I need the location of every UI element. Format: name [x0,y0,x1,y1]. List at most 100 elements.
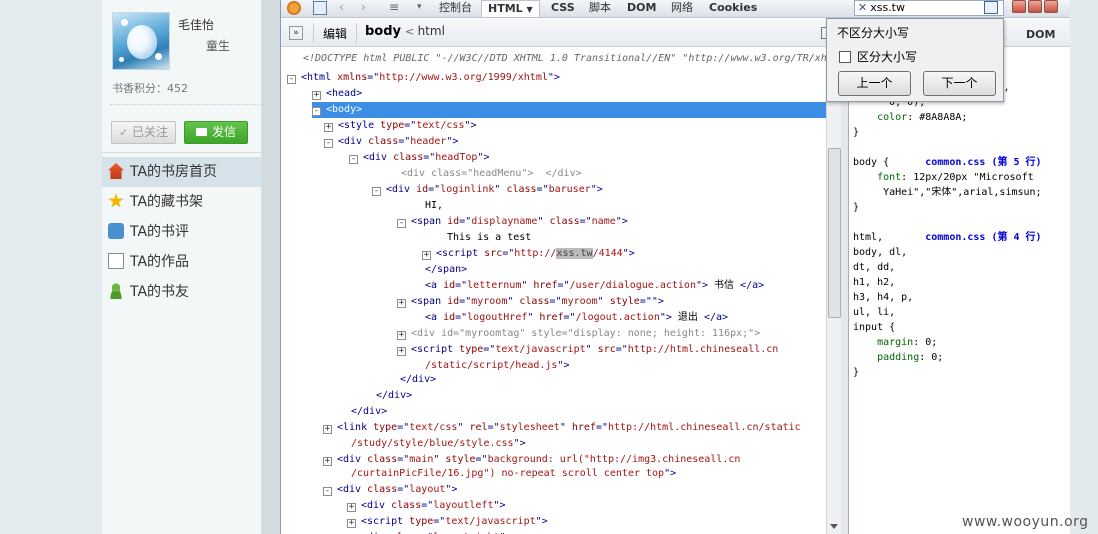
edit-button[interactable]: 编辑 [323,25,347,42]
collapse-icon[interactable]: - [397,219,406,228]
scroll-down-icon[interactable] [830,524,838,529]
css-token: : 0; [913,337,938,348]
tree-node[interactable]: This is a test [447,230,531,246]
tree-node[interactable]: </div> [376,388,412,404]
code-token: " [457,422,470,433]
tree-node[interactable]: - <div class="layout"> [323,482,457,498]
dropdown-icon[interactable]: ▾ [417,1,431,15]
follow-button[interactable]: ✓ 已关注 [111,121,176,144]
expand-icon[interactable]: + [312,91,321,100]
tree-node[interactable]: -<div class="layoutright"> [347,530,512,534]
expand-icon[interactable]: + [397,299,406,308]
code-token: layout [409,484,446,495]
tab-console[interactable]: 控制台 [439,0,472,17]
tree-node[interactable]: <div class="headMenu"> </div> [401,166,582,182]
html-scrollbar[interactable] [826,48,841,534]
previous-button[interactable]: 上一个 [838,71,911,96]
tree-node[interactable]: - <div class="header"> [324,134,458,150]
expand-icon[interactable]: + [397,331,406,340]
tree-node[interactable]: + <link type="text/css" rel="stylesheet" … [323,420,801,436]
css-token: } [853,202,860,213]
expand-icon[interactable]: + [324,123,333,132]
tree-node[interactable]: - <div class="headTop"> [349,150,489,166]
tree-node[interactable]: <a id="letternum" href="/user/dialogue.a… [425,278,764,294]
next-button[interactable]: 下一个 [923,71,996,96]
collapse-icon[interactable]: - [372,187,381,196]
restore-icon[interactable] [1028,0,1042,13]
expand-panel-icon[interactable]: » [289,26,303,40]
expand-icon[interactable]: + [422,251,431,260]
code-token: HI, [425,200,444,211]
search-input[interactable]: ✕ xss.tw [854,0,1004,16]
expand-icon[interactable]: + [347,519,356,528]
panel-splitter[interactable] [841,48,849,534]
tree-node[interactable]: + <div class="layoutleft"> [347,498,506,514]
tab-script[interactable]: 脚本 [589,0,611,17]
breadcrumb-body[interactable]: body [365,24,401,39]
collapse-icon[interactable]: - [287,75,296,84]
tree-node[interactable]: - <span id="displayname" class="name"> [397,214,628,230]
tree-node-selected[interactable]: - <body> [312,102,826,118]
minimize-icon[interactable] [1012,0,1026,13]
expand-icon[interactable]: + [323,457,332,466]
nav-item-home[interactable]: TA的书房首页 [102,157,262,187]
forward-icon[interactable]: › [361,1,375,15]
tree-node[interactable]: </div> [351,404,387,420]
css-file-link[interactable]: common.css (第 5 行) [925,157,1041,168]
css-file-link[interactable]: common.css (第 4 行) [925,232,1041,243]
tree-node[interactable]: /static/script/head.js"> [425,358,570,374]
tab-net[interactable]: 网络 [671,0,693,17]
back-icon[interactable]: ‹ [339,1,353,15]
tree-node[interactable]: - <html xmlns="http://www.w3.org/1999/xht… [287,70,560,86]
tree-node[interactable]: + <div id="myroomtag" style="display: non… [397,326,760,342]
tree-node[interactable]: + <script type="text/javascript"> [347,514,548,530]
collapse-icon[interactable]: - [349,155,358,164]
breadcrumb-html[interactable]: html [418,24,445,38]
tree-node[interactable]: </span> [425,262,467,278]
firebug-icon[interactable] [287,1,301,15]
tree-node[interactable]: </div> [400,372,436,388]
expand-icon[interactable]: + [347,503,356,512]
tree-node[interactable]: + <script src="http://xss.tw/4144"> [422,246,635,262]
option-case-sensitive[interactable]: 区分大小写 [839,48,917,65]
tree-node[interactable]: - <div id="loginlink" class="baruser"> [372,182,603,198]
username[interactable]: 毛佳怡 [178,16,214,33]
collapse-icon[interactable]: - [323,487,332,496]
tree-node[interactable]: <a id="logoutHref" href="/logout.action"… [425,310,728,326]
tree-node[interactable]: /curtainPicFile/16.jpg") no-repeat scrol… [351,466,676,482]
tree-node[interactable]: HI, [425,198,443,214]
nav-item-works[interactable]: TA的作品 [102,247,262,277]
tab-html[interactable]: HTML ▼ [481,0,540,17]
tree-node[interactable]: /study/style/blue/style.css"> [351,436,526,452]
menu-icon[interactable]: ≡ [389,1,403,15]
tree-node[interactable]: + <span id="myroom" class="myroom" style=… [397,294,664,310]
close-icon[interactable] [1044,0,1058,13]
code-token: href [533,280,558,291]
tree-node[interactable]: + <head> [312,86,362,102]
expand-icon[interactable]: + [323,425,332,434]
collapse-icon[interactable]: - [312,107,321,116]
expand-icon[interactable]: + [397,347,406,356]
tab-dom[interactable]: DOM [627,0,656,17]
send-message-button[interactable]: 发信 [184,121,248,144]
clear-search-icon[interactable]: ✕ [858,1,867,14]
nav-item-bookshelf[interactable]: TA的藏书架 [102,187,262,217]
tree-node[interactable]: + <script type="text/javascript" src="htt… [397,342,778,358]
css-rule-line: html, common.css (第 4 行) [853,230,1042,245]
collapse-icon[interactable]: - [324,139,333,148]
html-tree: <!DOCTYPE html PUBLIC "-//W3C//DTD XHTML… [281,48,826,534]
option-case-insensitive[interactable]: 不区分大小写 [837,24,909,41]
tab-css[interactable]: CSS [551,0,575,17]
tab-cookies[interactable]: Cookies [709,0,757,17]
scroll-thumb[interactable] [828,148,841,318]
side-tab-dom[interactable]: DOM [1026,28,1055,41]
case-sensitive-checkbox[interactable] [839,51,851,63]
avatar[interactable] [112,12,170,70]
code-token: </div> [376,390,413,401]
inspect-icon[interactable] [313,1,327,15]
nav-item-reviews[interactable]: TA的书评 [102,217,262,247]
nav-item-friends[interactable]: TA的书友 [102,277,262,307]
code-token: <a [425,280,444,291]
tree-node[interactable]: + <style type="text/css"> [324,118,477,134]
search-options-icon[interactable] [984,1,998,14]
